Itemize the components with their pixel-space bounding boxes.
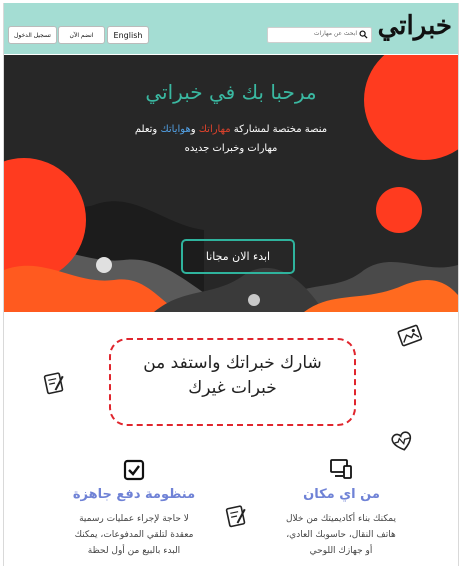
hero-desc-text: منصة مختصة لمشاركة <box>230 124 328 135</box>
feature-title-anywhere: من اي مكان <box>303 487 380 502</box>
hero-description-line2: مهارات وخبرات جديده <box>184 143 278 154</box>
start-free-label: ابدء الان مجانا <box>205 250 271 263</box>
share-line2: خبرات غيرك <box>188 378 277 398</box>
edit-note-icon <box>43 372 64 395</box>
devices-icon <box>330 459 352 479</box>
feature-desc-payment: لا حاجة لإجراء عمليات رسمية معقدة لتلقي … <box>56 511 212 559</box>
feature-desc-line: البدء بالبيع من أول لحظة <box>87 546 181 556</box>
search-placeholder: ابحث عن مهارات <box>313 30 357 37</box>
search-input[interactable]: ابحث عن مهارات <box>267 27 372 43</box>
feature-desc-line: يمكنك بناء أكاديميتك من خلال <box>285 514 397 524</box>
feature-desc-line: معقدة لتلقي المدفوعات، يمكنك <box>74 530 194 540</box>
brand-logo[interactable]: خبراتي <box>378 11 453 41</box>
checkbox-icon <box>123 459 145 481</box>
feature-title-payment: منظومة دفع جاهزة <box>72 487 196 502</box>
feature-desc-line: أو جهازك اللوحي <box>309 546 373 556</box>
image-icon <box>397 324 423 347</box>
feature-desc-line: لا حاجة لإجراء عمليات رسمية <box>79 514 189 524</box>
hero-title: مرحبا بك في خبراتي <box>145 80 317 104</box>
heart-pulse-icon <box>391 431 412 451</box>
feature-desc-line: هاتف النقال، حاسوبك العادي، <box>286 530 396 540</box>
hero-description: منصة مختصة لمشاركة مهاراتك وهواياتك وتعل… <box>4 124 458 135</box>
login-button[interactable]: تسجيل الدخول <box>8 26 57 44</box>
hero-desc-text: و <box>190 124 199 135</box>
language-button[interactable]: English <box>107 26 149 44</box>
hero-highlight-hobbies: هواياتك <box>160 124 191 135</box>
top-navbar: خبراتي ابحث عن مهارات English انضم الآن … <box>4 3 458 54</box>
feature-desc-anywhere: يمكنك بناء أكاديميتك من خلال هاتف النقال… <box>268 511 414 559</box>
hero-highlight-skills: مهاراتك <box>198 124 231 135</box>
share-callout-text: شارك خبراتك واستفد من خبرات غيرك <box>109 351 356 401</box>
hero-banner: مرحبا بك في خبراتي منصة مختصة لمشاركة مه… <box>4 55 458 312</box>
join-button[interactable]: انضم الآن <box>58 26 105 44</box>
page-frame: خبراتي ابحث عن مهارات English انضم الآن … <box>3 3 459 566</box>
search-icon[interactable] <box>359 30 368 39</box>
hero-desc-text: وتعلم <box>134 124 161 135</box>
share-line1: شارك خبراتك واستفد من <box>143 353 322 373</box>
edit-note-icon <box>225 505 246 528</box>
start-free-button[interactable]: ابدء الان مجانا <box>181 239 295 274</box>
